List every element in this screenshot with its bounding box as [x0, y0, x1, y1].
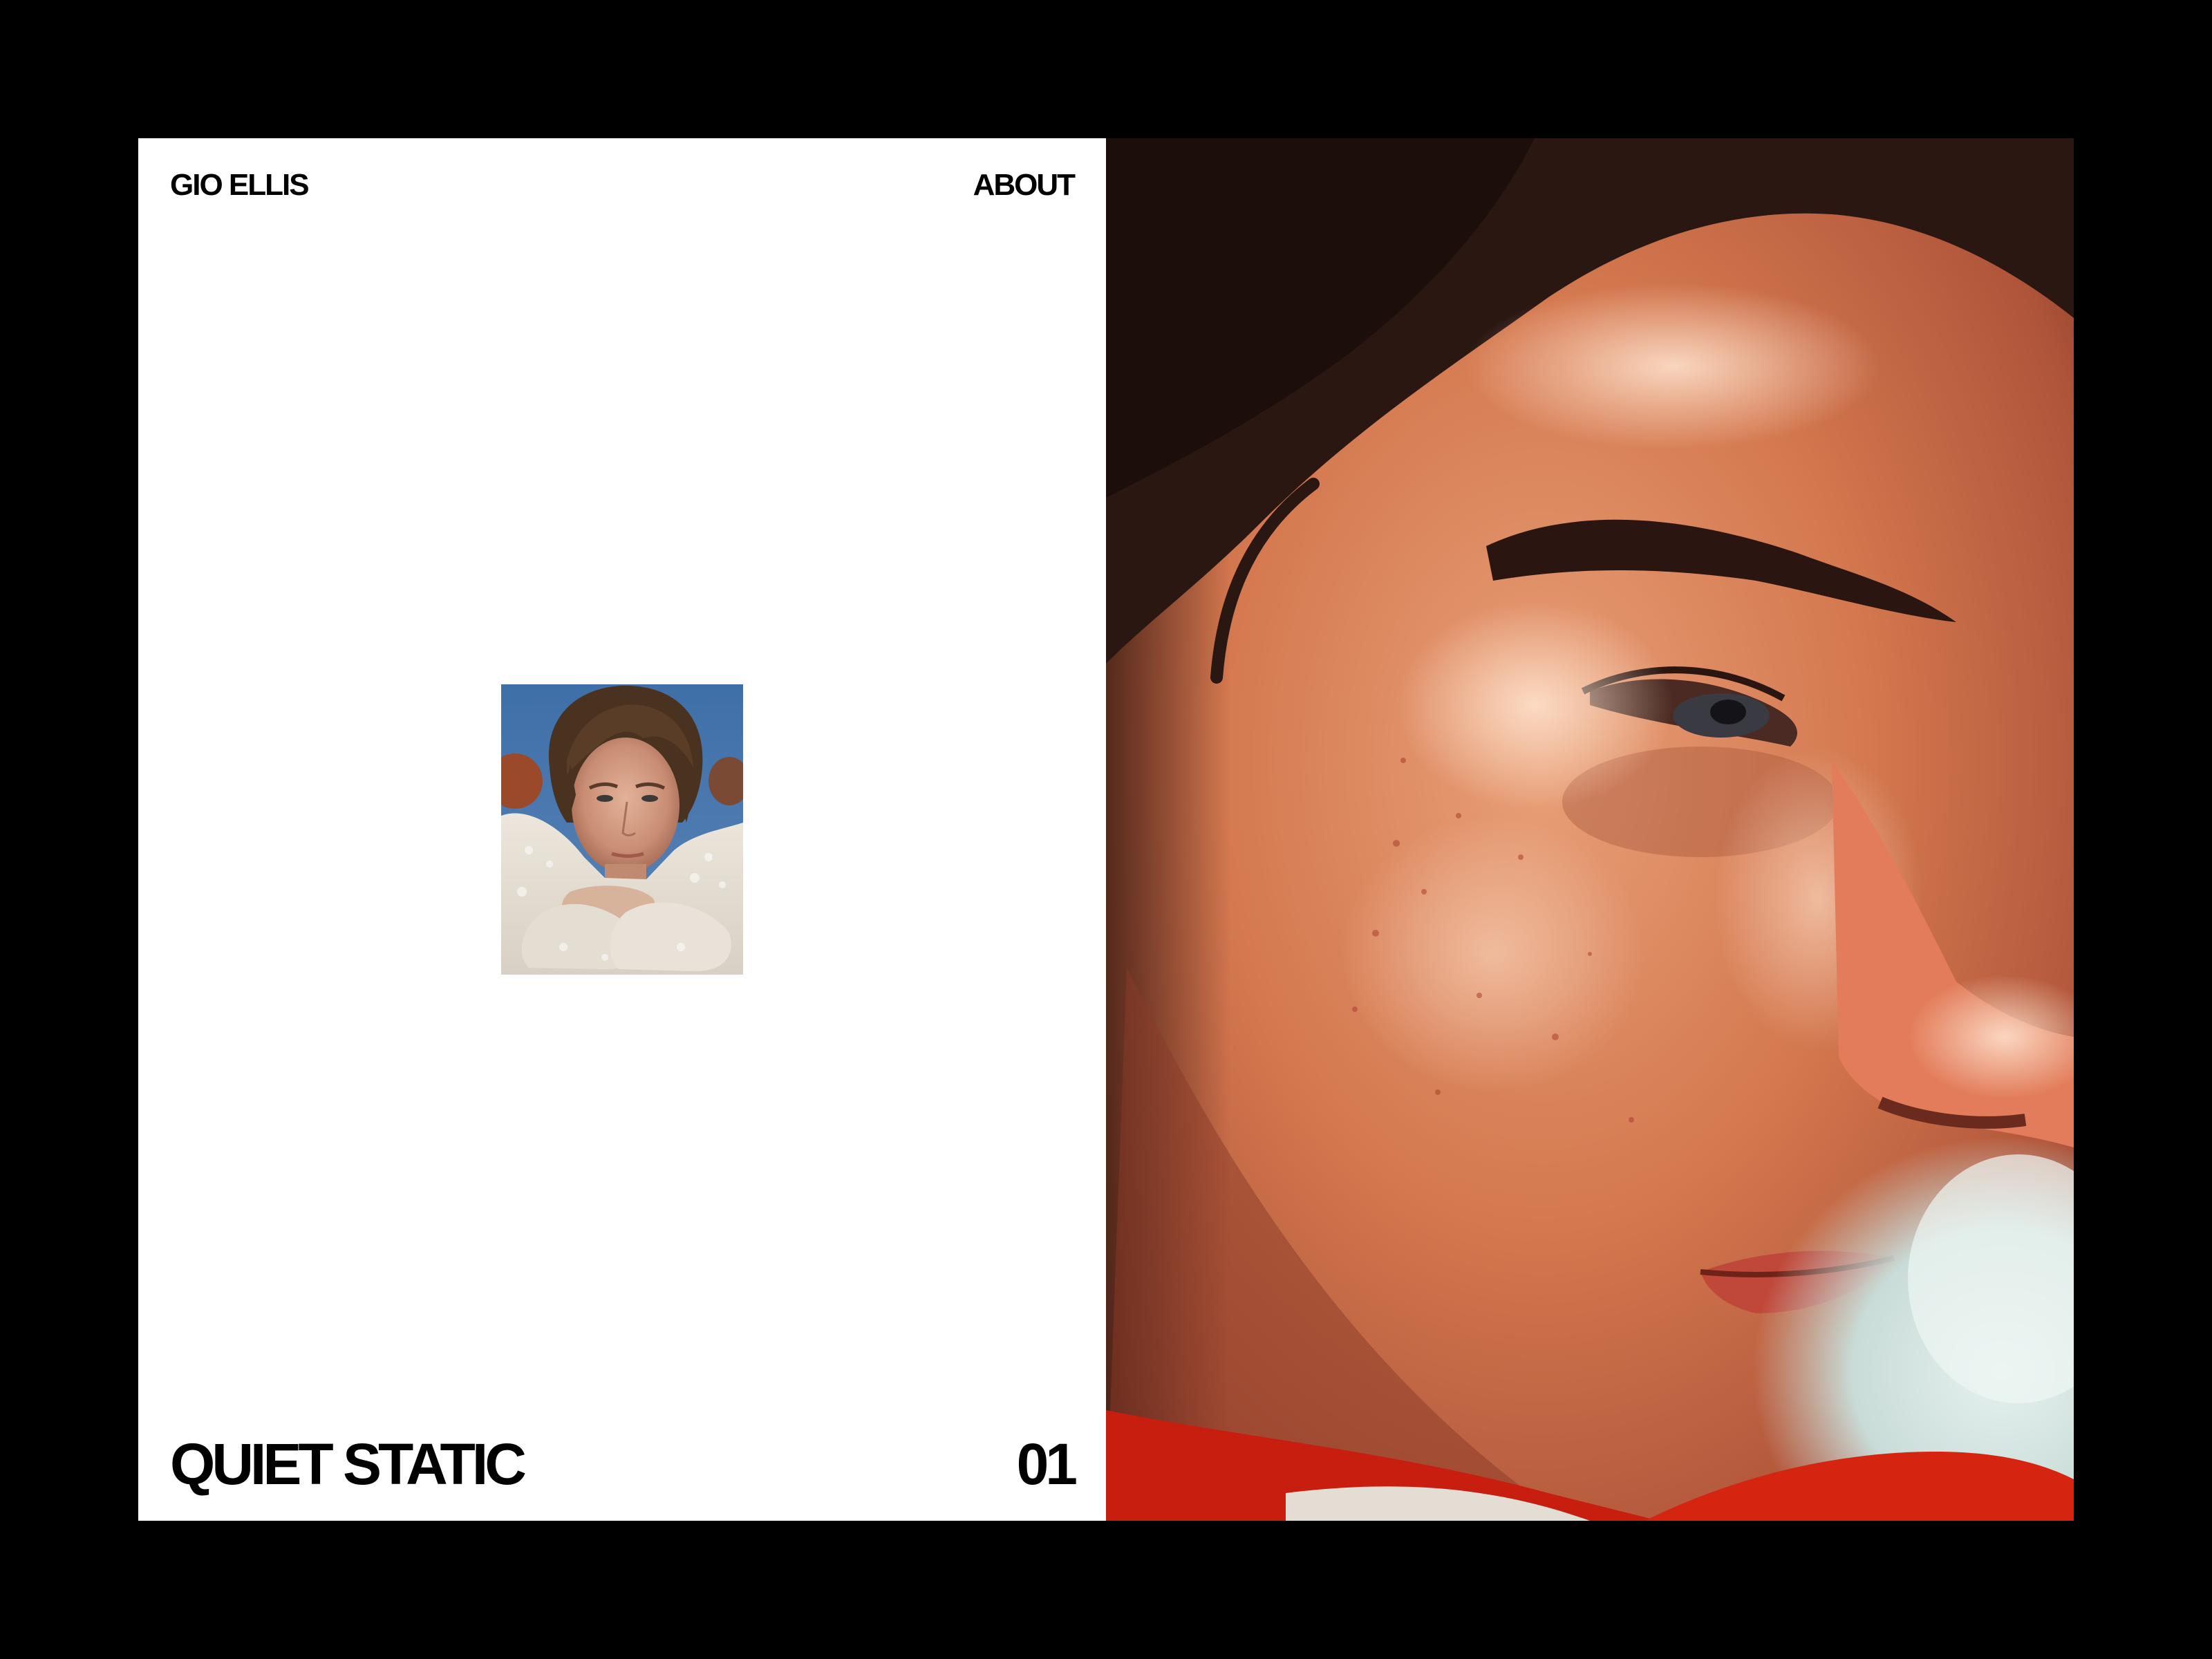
- portfolio-frame: GIO ELLIS ABOUT QUIET STATIC 01: [138, 138, 2074, 1521]
- project-index-number: 01: [1016, 1432, 1078, 1497]
- hero-image-panel: [1106, 138, 2074, 1521]
- brand-logo-link[interactable]: GIO ELLIS: [170, 170, 310, 200]
- thumbnail-portrait-image: [501, 684, 743, 975]
- project-thumbnail[interactable]: [501, 684, 743, 975]
- left-panel: GIO ELLIS ABOUT QUIET STATIC 01: [138, 138, 1106, 1521]
- hero-portrait-closeup-image: [1106, 138, 2074, 1521]
- project-title[interactable]: QUIET STATIC: [170, 1435, 527, 1493]
- nav-about-link[interactable]: ABOUT: [973, 170, 1076, 200]
